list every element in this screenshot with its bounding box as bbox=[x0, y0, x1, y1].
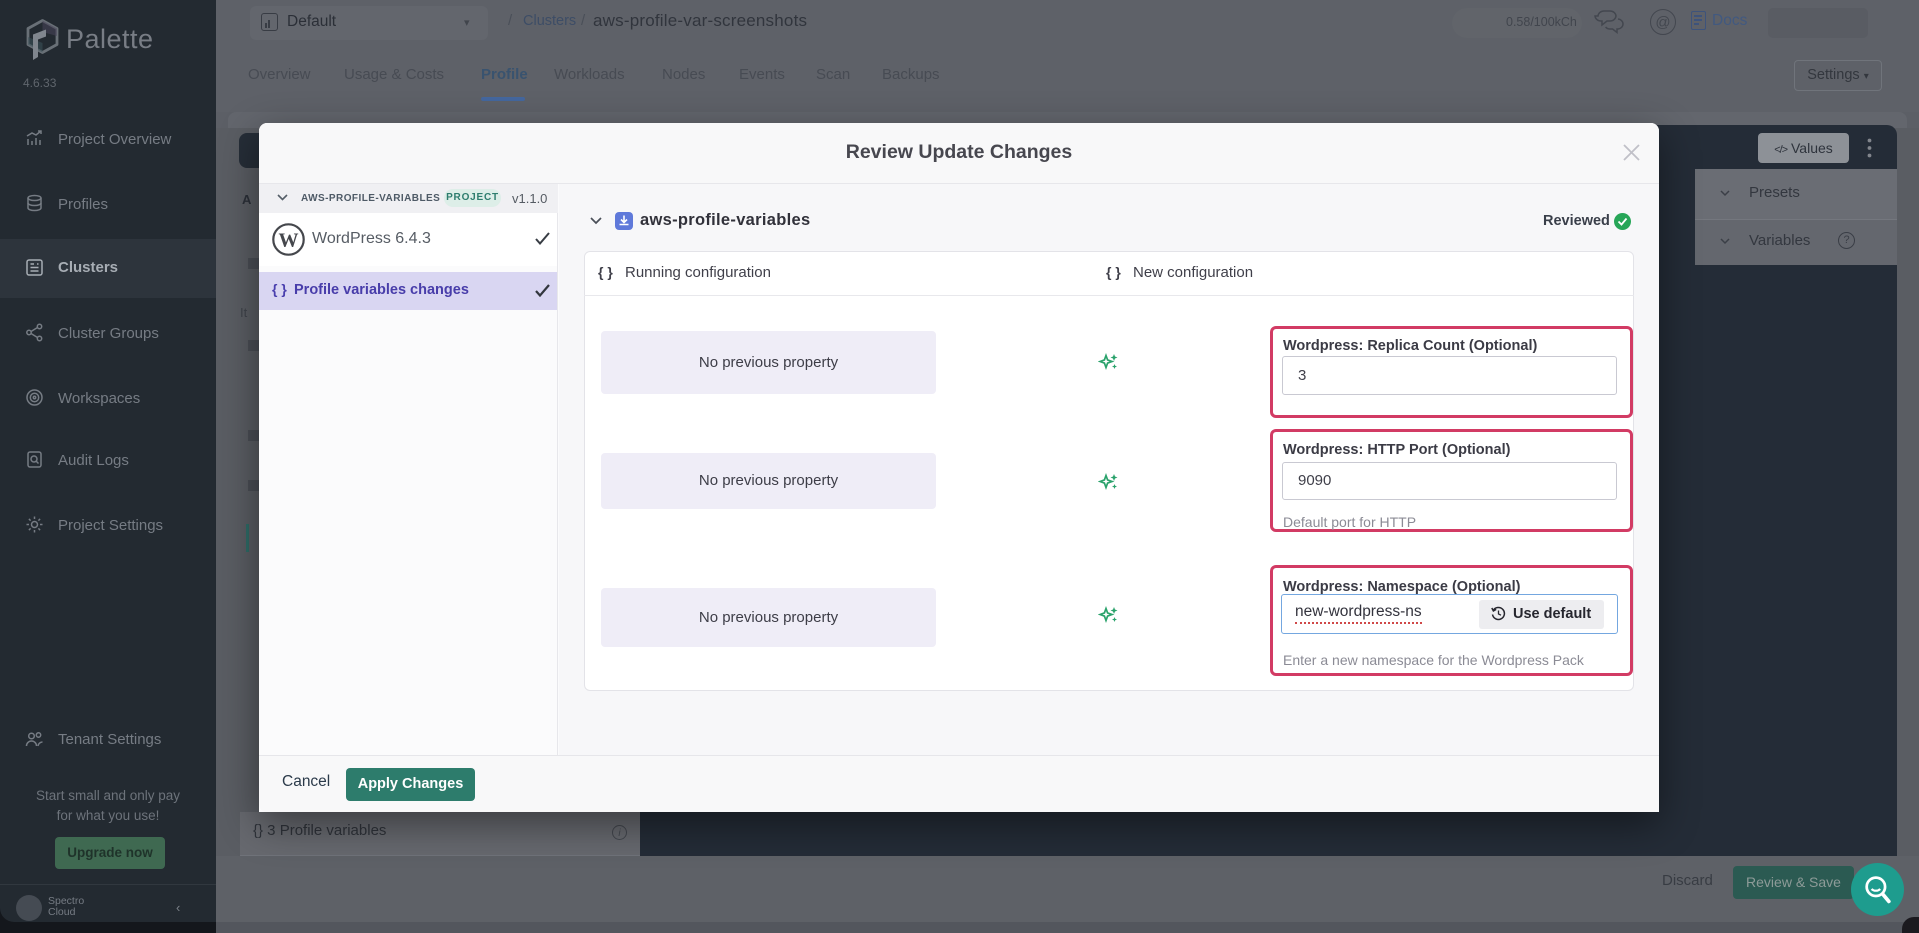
svg-text:W: W bbox=[279, 230, 299, 252]
